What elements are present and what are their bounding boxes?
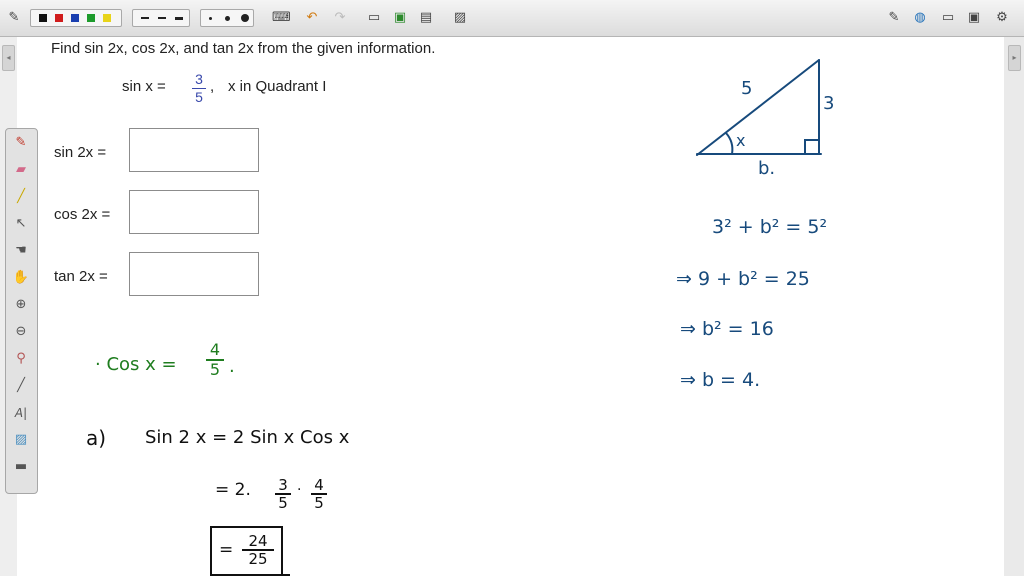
- cos-period: .: [229, 356, 235, 377]
- step-fraction-2: 4 5: [311, 477, 327, 511]
- pythag-step-1: 3² + b² = 5²: [712, 216, 828, 238]
- pythag-step-3: ⇒ b² = 16: [680, 318, 774, 340]
- cos-fraction: 4 5: [206, 341, 224, 379]
- pythag-step-4: ⇒ b = 4.: [680, 369, 761, 391]
- triangle-hyp-label: 5: [741, 78, 753, 99]
- ink-layer: [210, 59, 822, 576]
- sin2x-identity: Sin 2 x = 2 Sin x Cos x: [145, 427, 350, 448]
- result-fraction: 24 25: [242, 533, 274, 567]
- cos-denominator: 5: [209, 360, 221, 379]
- triangle-opp-label: 3: [823, 93, 835, 114]
- pythag-step-2: ⇒ 9 + b² = 25: [676, 268, 810, 290]
- triangle-adj-label: b.: [758, 158, 776, 179]
- multiply-dot: ·: [297, 482, 302, 498]
- triangle-drawing: [696, 59, 822, 156]
- step-fraction-2-num: 4: [314, 476, 324, 494]
- part-a-label: a): [86, 426, 107, 450]
- cos-x-line: · Cos x =: [95, 354, 177, 375]
- result-denominator: 25: [248, 550, 268, 568]
- triangle-hypotenuse: [696, 59, 820, 156]
- sin2x-step-prefix: = 2.: [215, 480, 251, 500]
- result-numerator: 24: [248, 532, 268, 550]
- cos-numerator: 4: [209, 340, 221, 359]
- triangle-angle-label: x: [736, 131, 746, 150]
- step-fraction-1-den: 5: [278, 494, 288, 512]
- step-fraction-1: 3 5: [275, 477, 291, 511]
- right-angle-marker: [804, 139, 820, 155]
- angle-arc: [725, 132, 734, 155]
- result-prefix: =: [219, 540, 234, 560]
- step-fraction-2-den: 5: [314, 494, 324, 512]
- step-fraction-1-num: 3: [278, 476, 288, 494]
